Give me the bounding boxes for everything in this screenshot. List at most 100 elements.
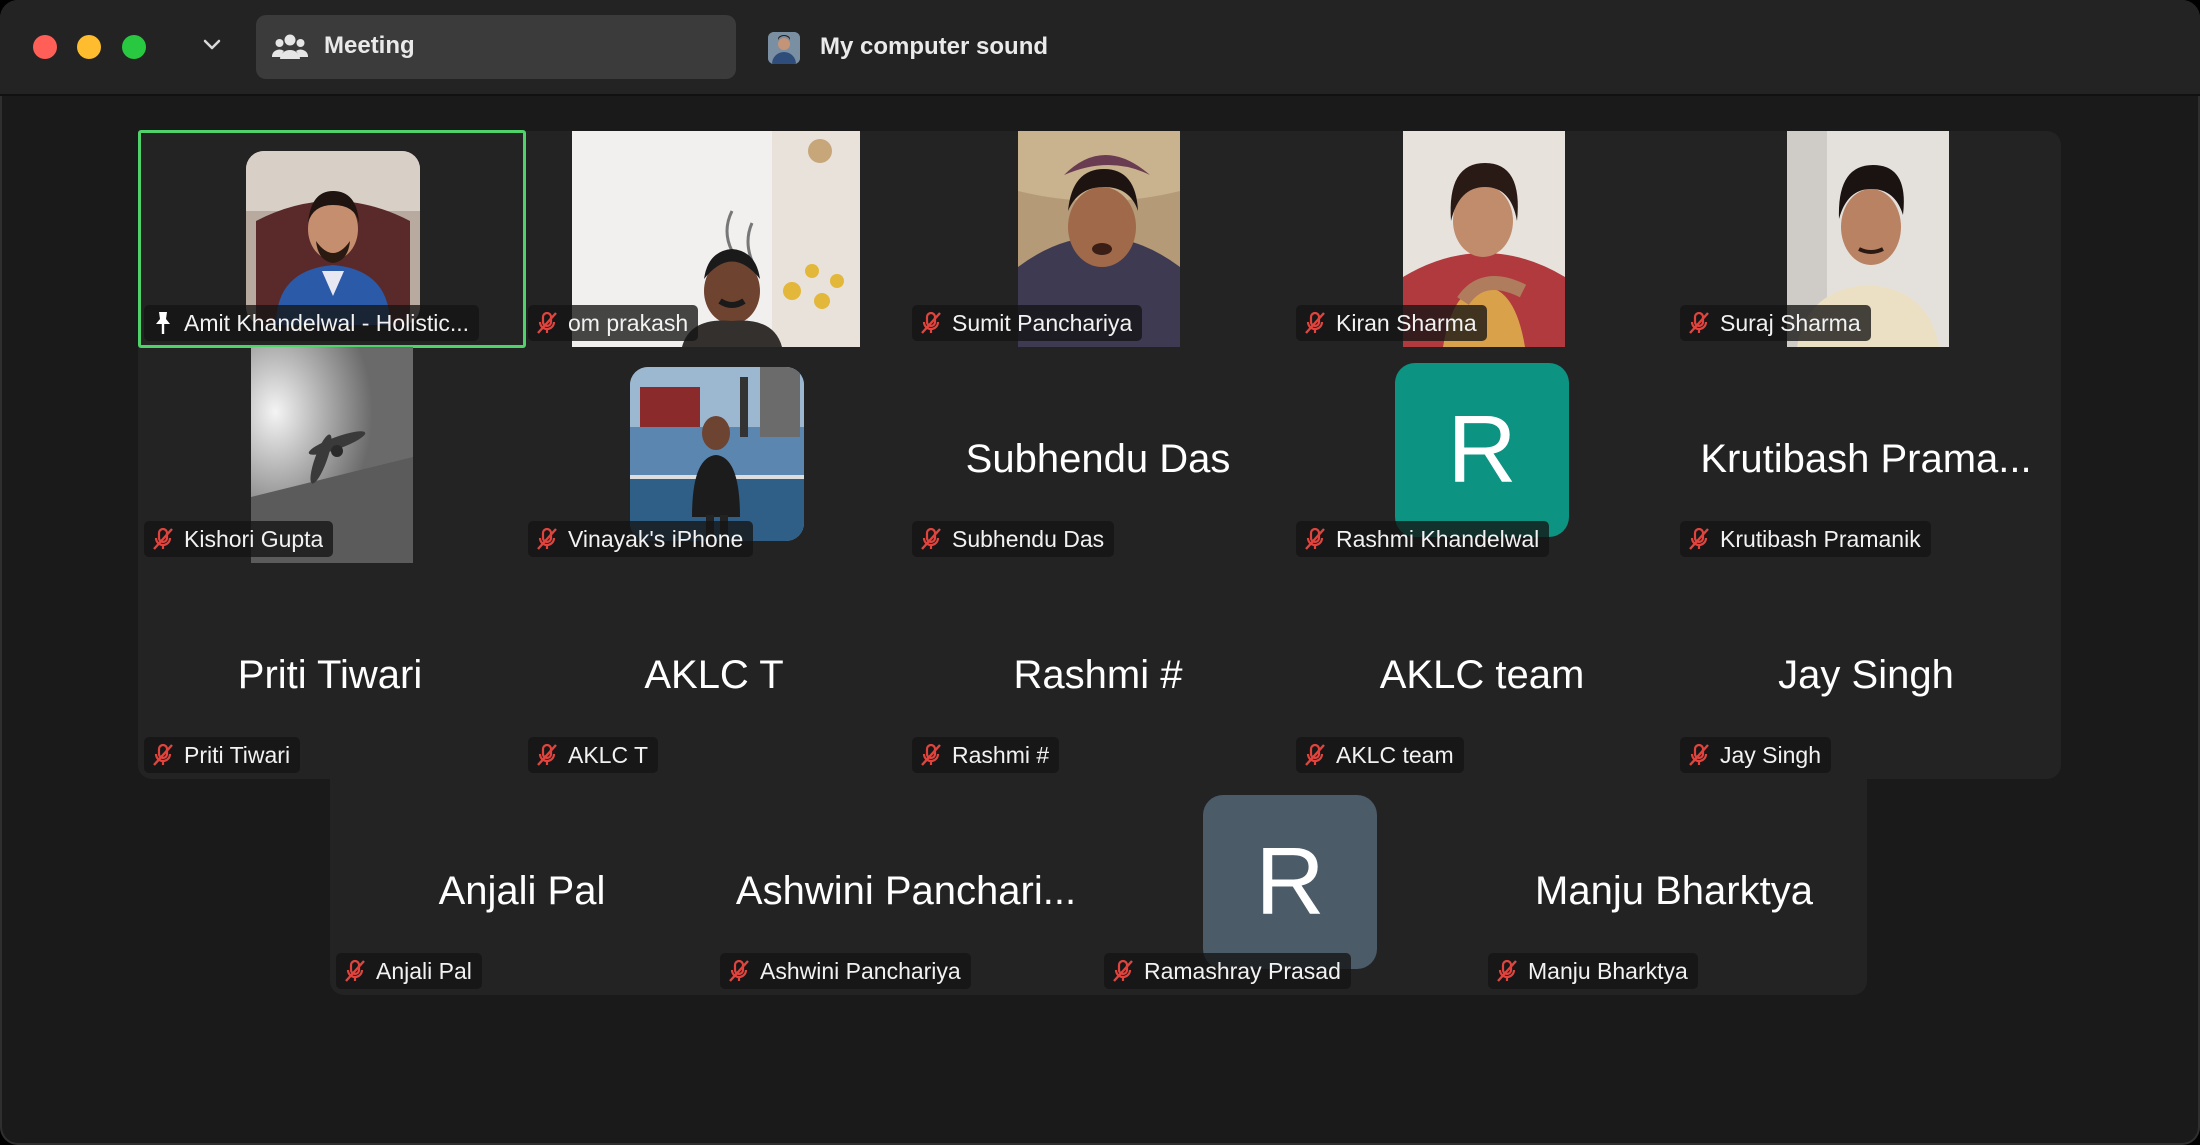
pin-icon <box>150 310 176 336</box>
participant-tile[interactable]: Subhendu Das Subhendu Das <box>906 347 1290 563</box>
mic-muted-icon <box>534 310 560 336</box>
mic-muted-icon <box>918 742 944 768</box>
participant-tile[interactable]: R Rashmi Khandelwal <box>1290 347 1674 563</box>
participant-name: AKLC team <box>1336 741 1454 768</box>
participant-tile[interactable]: om prakash <box>522 131 906 347</box>
mic-muted-icon <box>918 526 944 552</box>
participant-name: Ashwini Panchariya <box>760 957 961 984</box>
participant-display-name: Priti Tiwari <box>237 653 423 697</box>
participant-name-tag: om prakash <box>528 305 699 341</box>
participant-name: Krutibash Pramanik <box>1720 525 1921 552</box>
participant-name: Kiran Sharma <box>1336 309 1477 336</box>
mic-muted-icon <box>534 742 560 768</box>
participant-tile[interactable]: Kiran Sharma <box>1290 131 1674 347</box>
participant-display-name: Rashmi # <box>1013 653 1183 697</box>
participant-name: Jay Singh <box>1720 741 1822 768</box>
participant-name-tag: AKLC T <box>528 737 659 773</box>
computer-sound-thumbnail <box>768 32 800 64</box>
mic-muted-icon <box>534 526 560 552</box>
participant-name: Rashmi Khandelwal <box>1336 525 1540 552</box>
participant-name-tag: Ramashray Prasad <box>1104 953 1351 989</box>
participant-name: Vinayak's iPhone <box>568 525 744 552</box>
participant-tile[interactable]: Manju Bharktya Manju Bharktya <box>1482 779 1866 995</box>
mic-muted-icon <box>1302 310 1328 336</box>
participant-name-tag: Ashwini Panchariya <box>720 953 971 989</box>
participant-tile[interactable]: AKLC team AKLC team <box>1290 563 1674 779</box>
title-bar: Meeting My computer sound <box>0 0 2200 96</box>
participant-avatar: R <box>1203 795 1377 969</box>
mic-muted-icon <box>918 310 944 336</box>
mic-muted-icon <box>150 526 176 552</box>
mic-muted-icon <box>1302 526 1328 552</box>
participant-name: Kishori Gupta <box>184 525 324 552</box>
chevron-down-icon[interactable] <box>200 33 224 57</box>
zoom-window: Meeting My computer sound Amit Khandelwa… <box>0 0 2200 1145</box>
participant-display-name: AKLC team <box>1379 653 1585 697</box>
mic-muted-icon <box>1302 742 1328 768</box>
mic-muted-icon <box>726 958 752 984</box>
participant-name-tag: Vinayak's iPhone <box>528 521 754 557</box>
participant-tile[interactable]: AKLC T AKLC T <box>522 563 906 779</box>
participant-name-tag: Kishori Gupta <box>144 521 334 557</box>
participant-name: om prakash <box>568 309 689 336</box>
participant-name: Subhendu Das <box>952 525 1105 552</box>
participant-name-tag: AKLC team <box>1296 737 1464 773</box>
participant-display-name: Krutibash Prama... <box>1700 437 2032 481</box>
participant-name-tag: Jay Singh <box>1680 737 1832 773</box>
zoom-window-button[interactable] <box>122 35 146 59</box>
minimize-window-button[interactable] <box>77 35 101 59</box>
participant-name: Sumit Panchariya <box>952 309 1133 336</box>
participant-name-tag: Manju Bharktya <box>1488 953 1698 989</box>
participant-display-name: Manju Bharktya <box>1535 869 1813 913</box>
participant-tile[interactable]: Rashmi # Rashmi # <box>906 563 1290 779</box>
participant-tile[interactable]: R Ramashray Prasad <box>1098 779 1482 995</box>
participant-avatar: R <box>1395 363 1569 537</box>
participant-name: AKLC T <box>568 741 649 768</box>
participant-display-name: Subhendu Das <box>965 437 1231 481</box>
mic-muted-icon <box>150 742 176 768</box>
mic-muted-icon <box>1494 958 1520 984</box>
participant-display-name: Jay Singh <box>1778 653 1954 697</box>
participant-name-tag: Sumit Panchariya <box>912 305 1143 341</box>
participant-name-tag: Rashmi # <box>912 737 1060 773</box>
mic-muted-icon <box>1686 310 1712 336</box>
participant-name-tag: Priti Tiwari <box>144 737 301 773</box>
participant-display-name: Ashwini Panchari... <box>735 869 1077 913</box>
participant-name: Anjali Pal <box>376 957 472 984</box>
participant-name-tag: Kiran Sharma <box>1296 305 1487 341</box>
participant-name: Priti Tiwari <box>184 741 291 768</box>
participant-display-name: AKLC T <box>644 653 784 697</box>
mic-muted-icon <box>1110 958 1136 984</box>
tab-meeting[interactable]: Meeting <box>256 15 736 79</box>
participant-name: Suraj Sharma <box>1720 309 1861 336</box>
participant-name-tag: Amit Khandelwal - Holistic... <box>144 305 480 341</box>
participants-icon <box>272 34 308 59</box>
close-window-button[interactable] <box>33 35 57 59</box>
participant-tile[interactable]: Priti Tiwari Priti Tiwari <box>138 563 522 779</box>
participant-tile[interactable]: Jay Singh Jay Singh <box>1674 563 2058 779</box>
participant-tile[interactable]: Amit Khandelwal - Holistic... <box>138 131 522 347</box>
participant-name-tag: Rashmi Khandelwal <box>1296 521 1550 557</box>
participant-tile[interactable]: Suraj Sharma <box>1674 131 2058 347</box>
participant-tile[interactable]: Sumit Panchariya <box>906 131 1290 347</box>
mic-muted-icon <box>342 958 368 984</box>
mic-muted-icon <box>1686 526 1712 552</box>
participant-tile[interactable]: Anjali Pal Anjali Pal <box>330 779 714 995</box>
participant-name-tag: Krutibash Pramanik <box>1680 521 1931 557</box>
participant-name-tag: Suraj Sharma <box>1680 305 1871 341</box>
participant-tile[interactable]: Vinayak's iPhone <box>522 347 906 563</box>
participant-name-tag: Anjali Pal <box>336 953 482 989</box>
participant-name: Ramashray Prasad <box>1144 957 1341 984</box>
participant-tile[interactable]: Krutibash Prama... Krutibash Pramanik <box>1674 347 2058 563</box>
tab-meeting-label: Meeting <box>324 32 415 59</box>
participant-tile[interactable]: Ashwini Panchari... Ashwini Panchariya <box>714 779 1098 995</box>
participant-display-name: Anjali Pal <box>438 869 606 913</box>
tab-computer-sound-label: My computer sound <box>820 33 1049 60</box>
participant-name: Manju Bharktya <box>1528 957 1688 984</box>
participant-name: Amit Khandelwal - Holistic... <box>184 309 470 336</box>
participant-tile[interactable]: Kishori Gupta <box>138 347 522 563</box>
mic-muted-icon <box>1686 742 1712 768</box>
participant-name: Rashmi # <box>952 741 1050 768</box>
participant-name-tag: Subhendu Das <box>912 521 1115 557</box>
participant-video <box>630 367 804 541</box>
